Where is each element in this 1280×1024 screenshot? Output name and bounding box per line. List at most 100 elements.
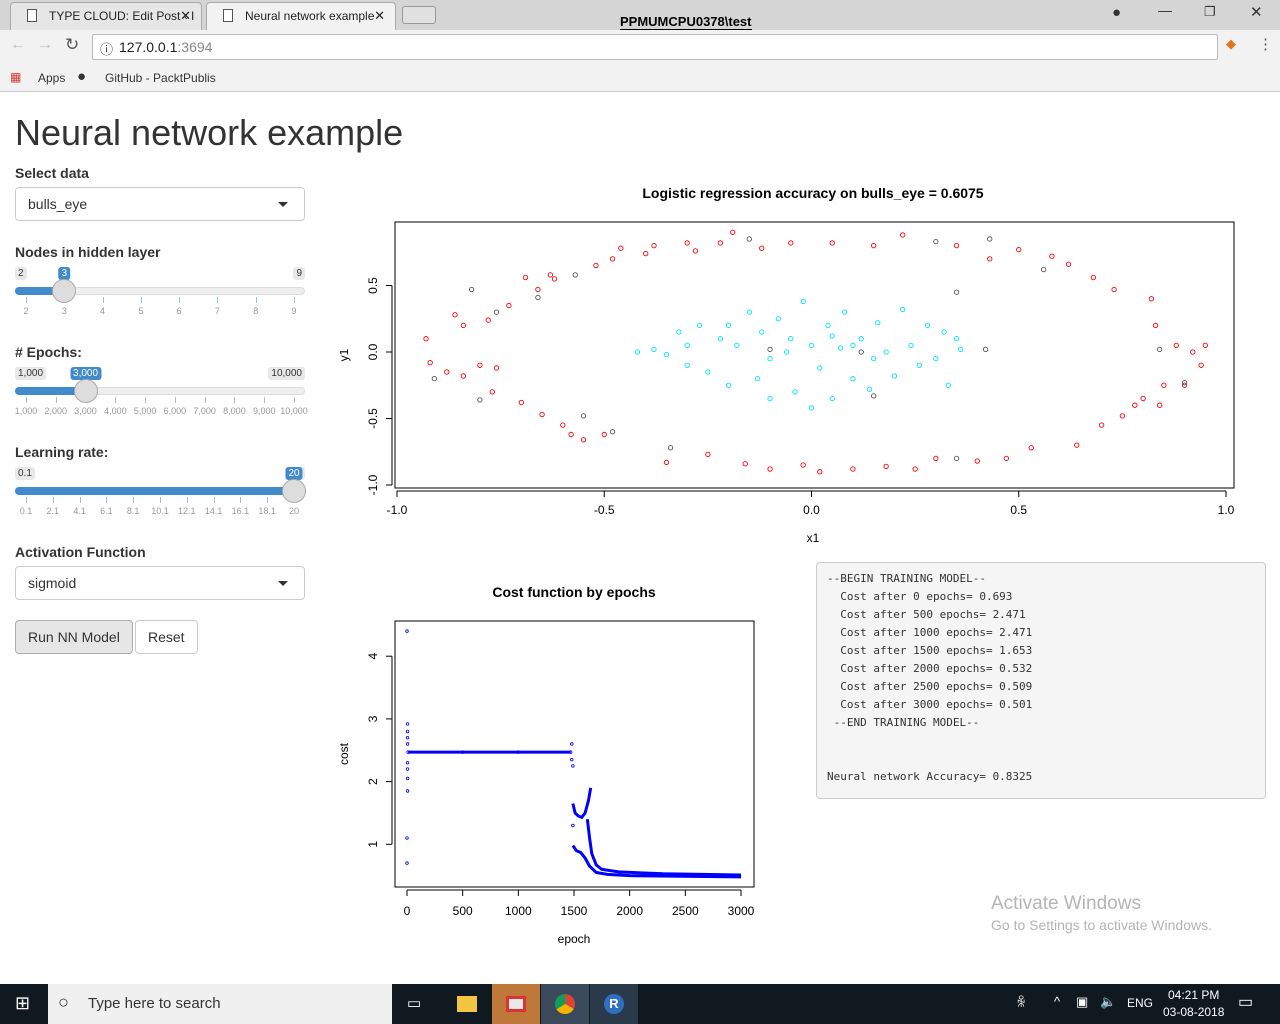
close-tab-icon[interactable]: ✕	[374, 8, 385, 24]
y-tick-label: 2	[366, 778, 380, 785]
learning-rate-slider[interactable]: 0.1 20 0.1 2.1 4.1 6.1 8.1 10.1 12.1 14.1 16.1 18.1…	[15, 460, 306, 520]
data-point-inner	[684, 362, 690, 368]
data-point-inner	[875, 320, 881, 326]
data-point-inner	[792, 389, 798, 395]
slider-tick-label: 8.1	[126, 506, 140, 516]
reload-icon[interactable]: ↻	[65, 35, 79, 55]
reset-button[interactable]: Reset	[135, 620, 198, 654]
caret-down-icon	[278, 581, 288, 586]
paint-app-icon[interactable]	[492, 984, 540, 1024]
menu-icon[interactable]: ⋮	[1258, 35, 1273, 53]
data-point-outer	[1132, 402, 1138, 408]
slider-tick	[106, 497, 108, 503]
close-window-icon[interactable]: ✕	[1250, 3, 1263, 21]
data-point-outer	[974, 458, 980, 464]
data-point-outer	[912, 466, 918, 472]
bookmark-apps[interactable]: Apps	[38, 71, 65, 85]
cost-point	[405, 767, 410, 771]
slider-tick	[179, 297, 181, 303]
metamask-icon[interactable]: ◆	[1226, 36, 1236, 52]
chrome-icon[interactable]	[541, 984, 589, 1024]
x-tick-label: 1.0	[1218, 503, 1235, 517]
language-indicator[interactable]: ENG	[1127, 996, 1153, 1010]
training-output: --BEGIN TRAINING MODEL-- Cost after 0 ep…	[816, 562, 1266, 799]
cost-curve	[571, 787, 593, 820]
epochs-slider[interactable]: 1,000 10,000 1,000 2,000 3,000 4,000 5,000 6,00…	[15, 360, 308, 420]
address-bar[interactable]: ⓘ 127.0.0.1:3694	[92, 34, 1218, 60]
chevron-up-icon[interactable]: ^	[1054, 994, 1060, 1009]
activation-dropdown[interactable]: sigmoid	[15, 566, 305, 600]
data-point-inner	[924, 322, 931, 329]
slider-tick-label: 6,000	[163, 406, 187, 416]
slider-handle[interactable]	[52, 279, 77, 303]
slider-tick-label: 4,000	[104, 406, 127, 416]
data-point-outer	[800, 462, 806, 468]
clock-time[interactable]: 04:21 PM	[1168, 988, 1219, 1002]
r-app-icon[interactable]: R	[590, 984, 638, 1024]
taskbar-search-box[interactable]: ○ Type here to search	[48, 984, 392, 1024]
data-point-inner	[858, 336, 864, 342]
data-point-outer	[767, 466, 773, 472]
tab-neural-network[interactable]: Neural network example ✕	[206, 2, 396, 30]
data-point-outer	[535, 286, 541, 293]
select-data-dropdown[interactable]: bulls_eye	[15, 187, 305, 221]
run-nn-model-button[interactable]: Run NN Model	[15, 620, 133, 654]
slider-tick-label: 0.1	[19, 506, 33, 516]
new-tab-button[interactable]	[402, 6, 436, 24]
data-point-inner	[634, 349, 641, 355]
notifications-icon[interactable]: ▭	[1238, 992, 1253, 1012]
data-point-outer	[1049, 253, 1055, 259]
data-point-misc	[1157, 346, 1163, 352]
data-point-outer	[883, 463, 889, 470]
data-point-inner	[916, 362, 922, 368]
network-icon[interactable]: ▣	[1076, 994, 1088, 1010]
slider-handle[interactable]	[73, 379, 98, 403]
task-view-icon[interactable]: ▭	[407, 994, 421, 1012]
data-point-misc	[746, 236, 752, 242]
forward-icon[interactable]: →	[37, 36, 53, 54]
cost-point	[405, 742, 410, 746]
people-icon[interactable]: ꆜ	[1016, 994, 1026, 1011]
data-point-outer	[601, 431, 607, 438]
tab-type-cloud[interactable]: TYPE CLOUD: Edit Post ‹ I ✕	[10, 2, 202, 30]
slider-tick-label: 2	[23, 306, 29, 316]
data-point-inner	[684, 342, 690, 349]
cost-point	[570, 757, 574, 762]
tab-bar: TYPE CLOUD: Edit Post ‹ I ✕ Neural networ…	[0, 0, 1280, 30]
chart-title: Logistic regression accuracy on bulls_ey…	[642, 185, 983, 201]
restore-icon[interactable]: ❐	[1204, 4, 1216, 20]
data-point-outer	[1202, 342, 1208, 349]
data-point-outer	[1090, 274, 1097, 281]
file-explorer-icon[interactable]	[443, 984, 491, 1024]
cost-point	[571, 823, 575, 828]
close-tab-icon[interactable]: ✕	[180, 8, 191, 24]
windows-start-icon[interactable]: ⊞	[15, 993, 30, 1014]
data-point-misc	[1040, 266, 1047, 273]
data-point-inner	[663, 352, 670, 358]
data-point-inner	[891, 373, 898, 379]
clock-date[interactable]: 03-08-2018	[1163, 1005, 1224, 1019]
back-icon[interactable]: ←	[10, 36, 26, 54]
minimize-icon[interactable]: —	[1158, 2, 1172, 18]
slider-handle[interactable]	[282, 479, 306, 503]
nodes-slider[interactable]: 29234567893	[15, 260, 305, 320]
data-point-inner	[783, 349, 790, 355]
bookmark-github[interactable]: GitHub - PacktPublis	[105, 71, 216, 85]
slider-min: 2	[15, 267, 27, 280]
data-point-inner	[883, 349, 889, 355]
data-point-inner	[767, 395, 773, 402]
data-point-outer	[1140, 395, 1146, 402]
caret-down-icon	[278, 202, 288, 207]
x-tick-label: 0.5	[1010, 503, 1027, 517]
slider-tick	[145, 397, 147, 403]
profile-icon[interactable]: ●	[1112, 4, 1121, 21]
data-point-outer	[551, 276, 558, 282]
data-point-misc	[953, 289, 960, 295]
volume-icon[interactable]: 🔈	[1100, 994, 1116, 1010]
data-point-outer	[539, 411, 545, 418]
slider-tick-label: 3	[61, 306, 67, 316]
data-point-outer	[692, 248, 699, 254]
chart-title: Cost function by epochs	[492, 584, 656, 600]
data-point-outer	[759, 245, 765, 251]
slider-tick-label: 4	[100, 306, 106, 316]
